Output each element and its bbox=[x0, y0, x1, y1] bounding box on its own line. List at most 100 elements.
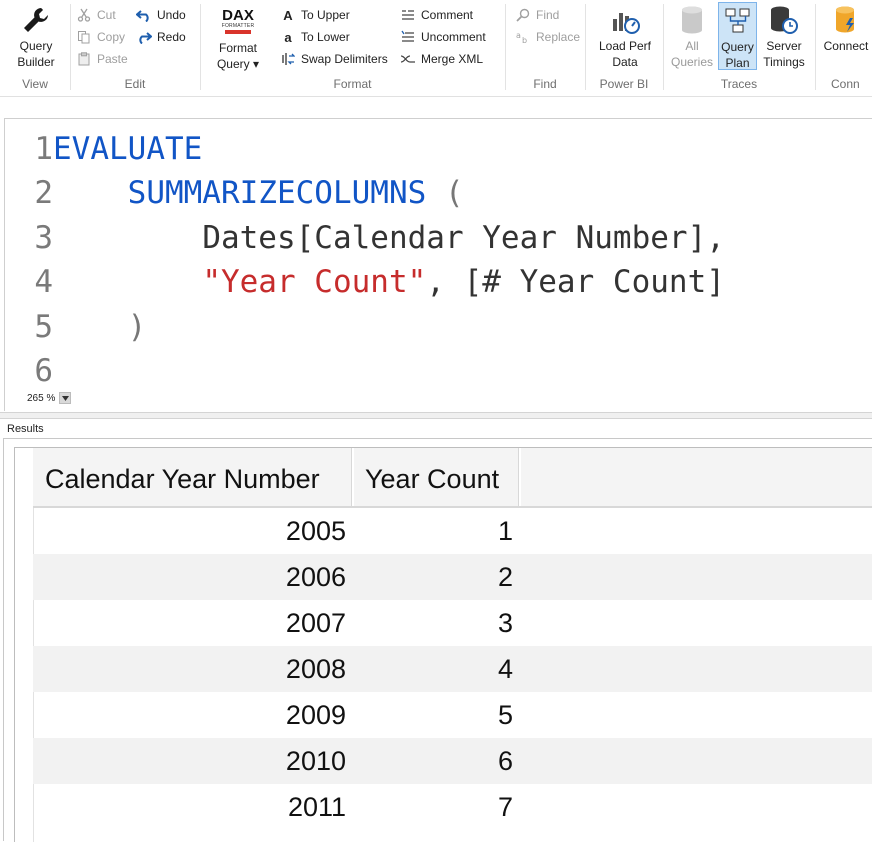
format-group-label: Format bbox=[333, 77, 372, 91]
comment-button[interactable]: Comment bbox=[400, 6, 473, 24]
code-line-1: 1EVALUATE bbox=[5, 127, 202, 171]
code-line-2: 2 SUMMARIZECOLUMNS ( bbox=[5, 171, 464, 215]
query-builder-button[interactable]: Query Builder bbox=[12, 4, 60, 70]
server-timings-button[interactable]: Server Timings bbox=[759, 4, 809, 70]
database-clock-icon bbox=[767, 4, 801, 36]
table-row[interactable]: 2006 2 bbox=[33, 554, 872, 600]
line-number: 2 bbox=[34, 175, 53, 211]
comment-label: Comment bbox=[421, 8, 474, 22]
cell-year-count[interactable]: 2 bbox=[353, 554, 513, 600]
svg-text:b: b bbox=[522, 36, 527, 44]
copy-button[interactable]: Copy bbox=[76, 28, 125, 46]
format-query-button[interactable]: DAX FORMATTER Format Query ▾ bbox=[212, 4, 264, 72]
replace-icon: ab bbox=[515, 29, 531, 45]
row-selector-column[interactable] bbox=[15, 448, 34, 842]
paren-token: ( bbox=[426, 175, 464, 211]
column-header-year-count[interactable]: Year Count bbox=[353, 448, 518, 506]
zoom-level: 265 % bbox=[27, 392, 56, 404]
swap-icon bbox=[280, 51, 296, 67]
cell-calendar-year-number[interactable]: 2008 bbox=[33, 646, 346, 692]
redo-label: Redo bbox=[157, 30, 186, 44]
results-panel: Calendar Year Number Year Count 2005 1 200… bbox=[3, 438, 872, 842]
uppercase-a-icon: A bbox=[283, 7, 293, 23]
query-plan-button[interactable]: Query Plan bbox=[718, 2, 757, 70]
column-reference-token: Dates[Calendar Year Number], bbox=[202, 220, 725, 256]
connection-group: Connect Conn bbox=[815, 0, 872, 96]
undo-button[interactable]: Undo bbox=[136, 6, 186, 24]
format-group: DAX FORMATTER Format Query ▾ A To Upper … bbox=[200, 0, 505, 96]
powerbi-group-label: Power BI bbox=[599, 77, 649, 91]
table-row[interactable]: 2008 4 bbox=[33, 646, 872, 692]
svg-text:a: a bbox=[516, 31, 521, 40]
to-lower-button[interactable]: a To Lower bbox=[280, 28, 349, 46]
connect-button[interactable]: Connect bbox=[821, 4, 871, 54]
results-grid[interactable]: Calendar Year Number Year Count 2005 1 200… bbox=[14, 447, 872, 842]
cell-year-count[interactable]: 6 bbox=[353, 738, 513, 784]
database-icon bbox=[675, 4, 709, 36]
measure-reference-token: , [# Year Count] bbox=[426, 264, 725, 300]
table-row[interactable]: 2005 1 bbox=[33, 508, 872, 554]
merge-icon bbox=[400, 51, 416, 67]
cut-button[interactable]: Cut bbox=[76, 6, 116, 24]
search-icon bbox=[515, 7, 531, 23]
cell-calendar-year-number[interactable]: 2007 bbox=[33, 600, 346, 646]
undo-label: Undo bbox=[157, 8, 186, 22]
to-upper-button[interactable]: A To Upper bbox=[280, 6, 349, 24]
uncomment-icon bbox=[400, 29, 416, 45]
edit-group-label: Edit bbox=[124, 77, 146, 91]
database-connect-icon bbox=[829, 4, 863, 36]
cell-calendar-year-number[interactable]: 2005 bbox=[33, 508, 346, 554]
zoom-selector[interactable]: 265 % bbox=[27, 392, 72, 404]
cell-year-count[interactable]: 4 bbox=[353, 646, 513, 692]
paste-button[interactable]: Paste bbox=[76, 50, 128, 68]
query-editor[interactable]: 1EVALUATE 2 SUMMARIZECOLUMNS ( 3 Dates[C… bbox=[4, 118, 872, 411]
replace-button[interactable]: ab Replace bbox=[515, 28, 580, 46]
chevron-down-icon[interactable] bbox=[59, 392, 72, 404]
cell-year-count[interactable]: 3 bbox=[353, 600, 513, 646]
cell-year-count[interactable]: 5 bbox=[353, 692, 513, 738]
edit-group: Cut Copy Paste Undo Redo Edit bbox=[70, 0, 200, 96]
cell-year-count[interactable]: 1 bbox=[353, 508, 513, 554]
dax-formatter-icon: DAX FORMATTER bbox=[221, 4, 255, 38]
line-number: 1 bbox=[34, 131, 53, 167]
find-group: Find ab Replace Find bbox=[505, 0, 585, 96]
code-line-5: 5 ) bbox=[5, 305, 146, 349]
find-button[interactable]: Find bbox=[515, 6, 559, 24]
replace-label: Replace bbox=[536, 30, 581, 44]
column-divider[interactable] bbox=[518, 448, 521, 506]
panel-splitter[interactable] bbox=[0, 412, 872, 419]
column-header-calendar-year-number[interactable]: Calendar Year Number bbox=[33, 448, 351, 506]
find-label: Find bbox=[536, 8, 560, 22]
query-builder-label: Query Builder bbox=[17, 39, 55, 69]
scissors-icon bbox=[76, 7, 92, 23]
redo-button[interactable]: Redo bbox=[136, 28, 186, 46]
grid-header: Calendar Year Number Year Count bbox=[33, 448, 872, 508]
table-row[interactable]: 2010 6 bbox=[33, 738, 872, 784]
merge-xml-button[interactable]: Merge XML bbox=[400, 50, 483, 68]
table-row[interactable]: 2009 5 bbox=[33, 692, 872, 738]
load-perf-data-button[interactable]: Load Perf Data bbox=[595, 4, 655, 70]
cut-label: Cut bbox=[97, 8, 116, 22]
swap-delimiters-button[interactable]: Swap Delimiters bbox=[280, 50, 388, 68]
table-row[interactable]: 2011 7 bbox=[33, 784, 872, 830]
code-line-3: 3 Dates[Calendar Year Number], bbox=[5, 216, 725, 260]
traces-group-label: Traces bbox=[720, 77, 758, 91]
uncomment-label: Uncomment bbox=[421, 30, 486, 44]
paren-token: ) bbox=[127, 309, 147, 345]
traces-group: All Queries Query Plan Server Timings Tr… bbox=[663, 0, 815, 96]
all-queries-button[interactable]: All Queries bbox=[669, 4, 715, 70]
connection-group-label: Conn bbox=[831, 77, 860, 91]
lowercase-a-icon: a bbox=[284, 29, 292, 45]
cell-calendar-year-number[interactable]: 2010 bbox=[33, 738, 346, 784]
find-group-label: Find bbox=[533, 77, 557, 91]
cell-calendar-year-number[interactable]: 2011 bbox=[33, 784, 346, 830]
uncomment-button[interactable]: Uncomment bbox=[400, 28, 486, 46]
string-token: "Year Count" bbox=[202, 264, 427, 300]
line-number: 5 bbox=[34, 309, 53, 345]
ribbon: Query Builder View Cut Copy Paste Undo R… bbox=[0, 0, 872, 97]
cell-year-count[interactable]: 7 bbox=[353, 784, 513, 830]
line-number: 3 bbox=[34, 220, 53, 256]
cell-calendar-year-number[interactable]: 2006 bbox=[33, 554, 346, 600]
cell-calendar-year-number[interactable]: 2009 bbox=[33, 692, 346, 738]
table-row[interactable]: 2007 3 bbox=[33, 600, 872, 646]
